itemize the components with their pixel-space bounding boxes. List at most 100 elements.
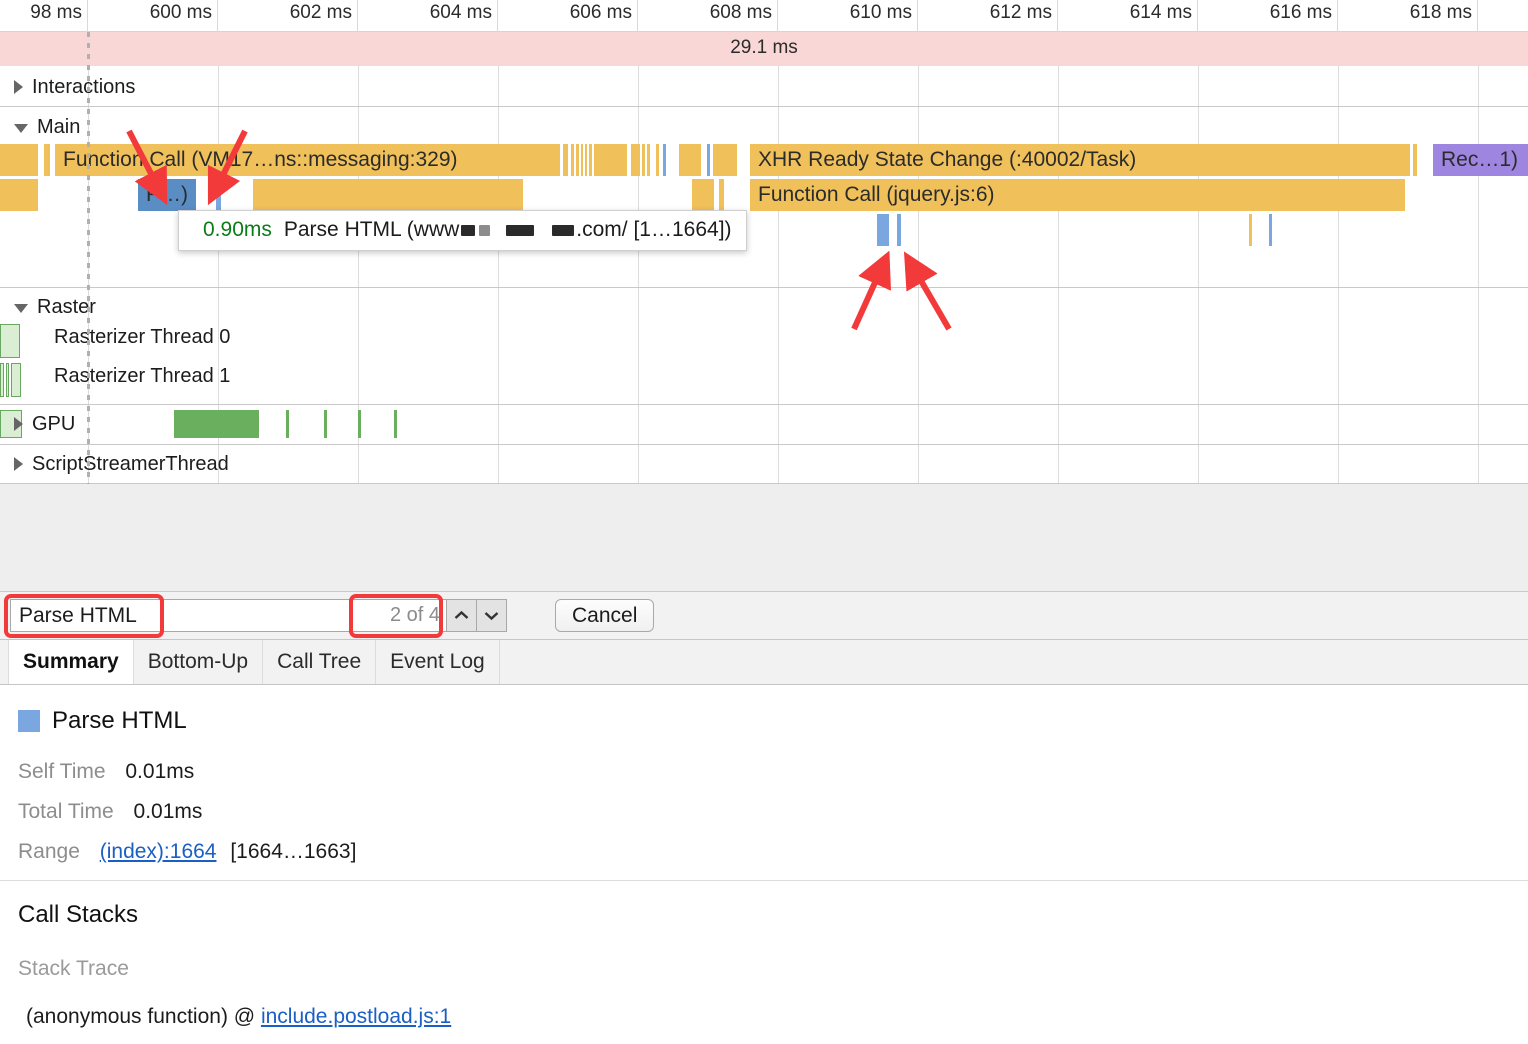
flame-event-micro[interactable] (1413, 144, 1417, 176)
flame-event-label: Rec…1) (1441, 148, 1519, 171)
event-tooltip: 0.90ms Parse HTML (www .com/ [1…1664]) (178, 210, 747, 251)
chevron-down-icon (484, 612, 499, 621)
flame-event-micro[interactable] (647, 144, 650, 176)
track-header-interactions[interactable]: Interactions (0, 70, 1528, 104)
flame-event-micro[interactable] (594, 144, 627, 176)
thread-label-rasterizer-0: Rasterizer Thread 0 (54, 326, 231, 348)
flame-event-micro[interactable] (663, 144, 666, 176)
tab-call-tree[interactable]: Call Tree (263, 640, 377, 684)
thread-label-rasterizer-1: Rasterizer Thread 1 (54, 365, 231, 387)
tab-summary-label: Summary (23, 650, 119, 673)
track-header-raster[interactable]: Raster (0, 290, 1528, 324)
search-prev-button[interactable] (447, 599, 477, 632)
flame-event-micro[interactable] (589, 144, 592, 176)
tab-bottom-up[interactable]: Bottom-Up (134, 640, 264, 684)
call-stacks-title: Call Stacks (18, 901, 139, 928)
track-header-scriptstreamer[interactable]: ScriptStreamerThread (0, 447, 1528, 481)
track-label-main: Main (37, 115, 81, 138)
summary-range-link[interactable]: (index):1664 (100, 840, 217, 863)
flame-event[interactable]: P…) (138, 179, 196, 211)
cancel-button[interactable]: Cancel (555, 599, 655, 632)
flame-event[interactable]: XHR Ready State Change (:40002/Task) (750, 144, 1410, 176)
flame-event-micro[interactable] (0, 144, 38, 176)
flame-event-label: XHR Ready State Change (:40002/Task) (758, 148, 1137, 171)
flame-event-micro[interactable] (576, 144, 579, 176)
redacted-domain-part-1 (461, 224, 476, 236)
flame-event-micro[interactable] (679, 144, 701, 176)
ruler-tick-label: 610 ms (849, 2, 912, 23)
flame-event-micro[interactable] (585, 144, 587, 176)
flame-event-micro[interactable] (692, 179, 714, 211)
flame-event-micro[interactable] (11, 363, 21, 397)
chevron-right-icon[interactable] (14, 80, 23, 94)
tab-summary[interactable]: Summary (8, 640, 134, 684)
summary-total-time-key: Total Time (18, 800, 114, 823)
flame-event-micro[interactable] (656, 144, 659, 176)
ruler-tick-label: 606 ms (569, 2, 632, 23)
flame-event-micro[interactable] (719, 179, 724, 211)
track-divider (0, 444, 1528, 445)
frames-band-duration: 29.1 ms (730, 37, 798, 58)
summary-divider (0, 880, 1528, 881)
ruler-tick: 600 ms (88, 0, 218, 32)
flame-event-micro[interactable] (0, 179, 38, 211)
ruler-tick: 612 ms (918, 0, 1058, 32)
flame-row-main-2[interactable]: P…) Function Call (jquery.js:6) (0, 179, 1528, 213)
flame-event-micro[interactable] (6, 363, 9, 397)
flame-event-micro[interactable] (1249, 214, 1252, 246)
flame-event-micro[interactable] (642, 144, 645, 176)
flame-event-label: P…) (146, 183, 188, 206)
stack-trace-entry: (anonymous function) @ include.postload.… (26, 1005, 451, 1029)
flame-event-micro[interactable] (0, 363, 4, 397)
track-label-scriptstreamer: ScriptStreamerThread (32, 452, 229, 475)
flame-event-micro[interactable] (897, 214, 901, 246)
ruler-tick-label: 608 ms (709, 2, 772, 23)
flame-row-main-1[interactable]: Function Call (VM17…ns::messaging:329) XH… (0, 144, 1528, 178)
time-marker-line (87, 32, 90, 484)
stack-trace-function: (anonymous function) @ (26, 1005, 256, 1028)
search-next-button[interactable] (477, 599, 507, 632)
flame-event-micro[interactable] (877, 214, 889, 246)
track-divider (0, 404, 1528, 405)
tooltip-title-suffix: .com/ [1…1664]) (576, 218, 732, 241)
ruler-tick-label: 98 ms (30, 2, 82, 23)
search-input[interactable] (11, 601, 341, 630)
search-match-counter: 2 of 4 (389, 604, 440, 626)
tab-event-log[interactable]: Event Log (376, 640, 500, 684)
flame-event-micro[interactable] (707, 144, 710, 176)
frames-band[interactable]: 29.1 ms (0, 32, 1528, 66)
ruler-tick: 604 ms (358, 0, 498, 32)
chevron-down-icon[interactable] (14, 123, 28, 133)
flame-chart-empty-area (0, 484, 1528, 592)
search-field[interactable]: 2 of 4 (10, 599, 447, 632)
ruler-tick: 98 ms (0, 0, 88, 32)
summary-range-value: [1664…1663] (230, 840, 357, 863)
search-toolbar: 2 of 4 Cancel (0, 592, 1528, 640)
flame-chart[interactable]: 29.1 ms Interactions Main Function Call … (0, 32, 1528, 484)
flame-event-micro[interactable] (253, 179, 523, 211)
summary-self-time-row: Self Time 0.01ms (18, 760, 194, 784)
timeline-ruler[interactable]: 98 ms 600 ms 602 ms 604 ms 606 ms 608 ms 610 m… (0, 0, 1528, 32)
chevron-down-icon[interactable] (14, 303, 28, 313)
flame-event[interactable]: Function Call (VM17…ns::messaging:329) (55, 144, 560, 176)
track-divider (0, 483, 1528, 484)
flame-event[interactable]: Function Call (jquery.js:6) (750, 179, 1405, 211)
flame-event-micro[interactable] (563, 144, 568, 176)
chevron-right-icon[interactable] (14, 417, 23, 431)
flame-event-micro[interactable] (44, 144, 50, 176)
flame-event-micro[interactable] (631, 144, 640, 176)
tab-call-tree-label: Call Tree (277, 650, 362, 673)
flame-event-micro[interactable] (0, 324, 20, 358)
flame-event-micro[interactable] (713, 144, 737, 176)
track-header-gpu[interactable]: GPU (0, 407, 1528, 441)
ruler-tick-label: 604 ms (429, 2, 492, 23)
tab-event-log-label: Event Log (390, 650, 485, 673)
flame-event-micro[interactable] (581, 144, 583, 176)
flame-event-micro[interactable] (1269, 214, 1272, 246)
flame-event-micro[interactable] (216, 179, 221, 211)
track-header-main[interactable]: Main (0, 110, 1528, 144)
stack-trace-source-link[interactable]: include.postload.js:1 (261, 1005, 451, 1028)
flame-event[interactable]: Rec…1) (1433, 144, 1528, 176)
flame-event-micro[interactable] (571, 144, 574, 176)
chevron-right-icon[interactable] (14, 457, 23, 471)
